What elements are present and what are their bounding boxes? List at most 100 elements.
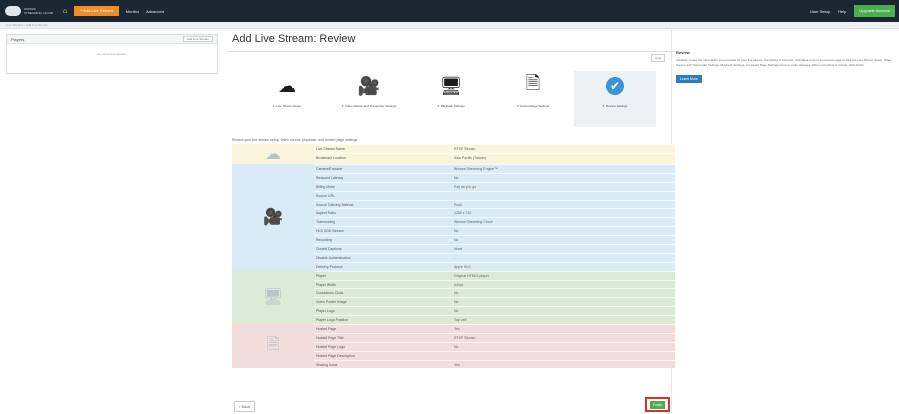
setting-value: Original HTML5 player <box>454 273 490 278</box>
table-row: Hosted Page Title RTSP Stream <box>314 332 675 342</box>
setting-name: Billing Mode <box>316 184 336 189</box>
setting-value: No <box>454 238 459 243</box>
wizard-step-label: 2. Video Source and Transcoder Settings <box>341 104 397 108</box>
setting-value: Yes <box>454 327 460 332</box>
setting-value: RTSP Stream <box>454 335 476 340</box>
setting-name: Countdown Clock <box>316 291 344 296</box>
table-row: Source URL <box>314 190 675 200</box>
setting-value: 1280 x 720 <box>454 211 472 216</box>
add-live-stream-nav-button[interactable]: + Add Live Stream <box>74 6 119 16</box>
wizard-step-1[interactable]: ☁ 1. Live Stream Setup <box>246 71 328 127</box>
table-row: Live Stream Name RTSP Stream <box>314 144 675 153</box>
table-row: Player Width 640px <box>314 279 675 289</box>
video-camera-icon: 🎥 <box>357 75 381 96</box>
logo-text: WOWZA STREAMING CLOUD <box>24 7 54 15</box>
review-section-red: 🗎 Hosted Page Yes Hosted Page Title RTSP Str… <box>232 324 675 369</box>
empty-state-text: No saved live streams <box>97 52 127 56</box>
review-section-green: 🖥 Player Original HTML5 player Player Width… <box>232 270 675 325</box>
table-row: Recording No <box>314 235 675 244</box>
review-help-title: Review <box>676 50 690 55</box>
table-row: Countdown Clock No <box>314 288 675 297</box>
cloud-logo-icon <box>5 6 21 16</box>
setting-name: Transcoding <box>316 220 336 225</box>
nav-advanced[interactable]: Advanced <box>146 9 164 14</box>
setting-name: Hosted Page Logo <box>316 344 345 349</box>
help-button[interactable]: Help <box>651 54 666 62</box>
left-panel: Players Add Live Stream No saved live st… <box>6 34 218 74</box>
nav-right-group: User Setup Help Upgrade Account <box>802 5 899 17</box>
setting-name: Live Stream Name <box>316 147 345 151</box>
section-icon-cell: ☁ <box>232 144 314 164</box>
setting-name: Broadcast Location <box>316 155 346 160</box>
table-row: Source Delivery Method Push <box>314 199 675 209</box>
setting-value: Yes <box>454 362 460 367</box>
monitor-icon: 🖥 <box>262 289 284 307</box>
review-help-panel: Review Carefully review the information … <box>676 50 892 85</box>
setting-name: Aspect Ratio <box>316 211 336 216</box>
setting-name: Disable Authentication <box>316 255 351 260</box>
table-row: Camera/Encoder Wowza Streaming Engine™ <box>314 164 675 173</box>
table-row: Video Poster Image No <box>314 297 675 306</box>
setting-value: No <box>454 175 459 180</box>
nav-monitor[interactable]: Monitor <box>126 9 139 14</box>
table-row: Sharing Icons Yes <box>314 359 675 369</box>
section-rows: Live Stream Name RTSP Stream Broadcast Loc… <box>314 144 675 164</box>
review-section-blue: 🎥 Camera/Encoder Wowza Streaming Engine™ Re… <box>232 164 675 271</box>
cloud-icon: ☁ <box>265 146 281 163</box>
user-menu[interactable]: User Setup <box>810 9 830 14</box>
setting-name: Delivery Protocol <box>316 264 343 269</box>
table-row: Disable Authentication - <box>314 252 675 262</box>
check-circle-icon: ✔ <box>606 77 624 95</box>
setting-name: Recording <box>316 238 332 243</box>
section-rows: Hosted Page Yes Hosted Page Title RTSP Stre… <box>314 324 675 368</box>
setting-value: Push <box>454 202 462 207</box>
table-row: HLS VOD Stream No <box>314 226 675 235</box>
help-menu[interactable]: Help <box>838 9 846 14</box>
review-help-text: Carefully review the information you pro… <box>676 58 892 67</box>
wizard-step-3[interactable]: 🖥 3. Playback Settings <box>410 71 492 127</box>
setting-name: Player <box>316 273 326 278</box>
setting-name: Closed Captions <box>316 247 342 252</box>
table-row: Broadcast Location Asia Pacific (Taiwan) <box>314 152 675 162</box>
setting-value: No <box>454 291 459 296</box>
learn-more-button[interactable]: Learn More <box>676 75 702 83</box>
setting-value: No <box>454 344 459 349</box>
table-row: Player Logo Position Top Left <box>314 315 675 324</box>
setting-name: HLS VOD Stream <box>316 229 344 234</box>
wizard-step-4[interactable]: 🗎 4. Hosted Page Settings <box>492 71 574 127</box>
setting-name: Player Width <box>316 282 336 287</box>
setting-name: Hosted Page Description <box>316 353 355 358</box>
setting-value: Apple HLS <box>454 264 471 269</box>
table-row: Closed Captions None <box>314 244 675 253</box>
finish-button[interactable]: Finish <box>649 400 666 409</box>
app-logo[interactable]: WOWZA STREAMING CLOUD <box>0 0 58 22</box>
wizard-step-2[interactable]: 🎥 2. Video Source and Transcoder Settings <box>328 71 410 127</box>
table-row: Transcoding Wowza Streaming Cloud <box>314 217 675 226</box>
setting-value: None <box>454 247 463 252</box>
setting-name: Hosted Page Title <box>316 335 344 340</box>
left-add-live-stream-button[interactable]: Add Live Stream <box>182 36 213 42</box>
page-title: Add Live Stream: Review <box>232 33 356 45</box>
table-row: Reduced Latency No <box>314 172 675 182</box>
section-icon-cell: 🎥 <box>232 164 314 271</box>
back-button[interactable]: ‹ Back <box>234 401 256 412</box>
setting-name: Video Poster Image <box>316 300 347 305</box>
setting-value: No <box>454 229 459 234</box>
setting-value: Wowza Streaming Engine™ <box>454 167 498 171</box>
cloud-upload-icon: ☁ <box>278 75 296 96</box>
wizard-step-label: 3. Playback Settings <box>437 104 465 108</box>
section-icon-cell: 🖥 <box>232 271 314 324</box>
upgrade-account-button[interactable]: Upgrade Account <box>854 5 895 17</box>
video-camera-icon: 🎥 <box>263 209 283 227</box>
monitor-icon: 🖥 <box>439 75 463 96</box>
wizard-step-5[interactable]: ✔ 5. Review Settings <box>574 71 656 127</box>
setting-value <box>454 352 675 360</box>
main-content: Add Live Stream: Review Help ☁ 1. Live St… <box>226 28 676 414</box>
table-row: Hosted Page Yes <box>314 324 675 333</box>
home-icon[interactable]: ⌂ <box>58 8 72 15</box>
left-panel-title: Players <box>11 36 25 42</box>
setting-value: No <box>454 309 459 314</box>
setting-name: Player Logo Position <box>316 318 349 323</box>
review-table: ☁ Live Stream Name RTSP Stream Broadcast Lo… <box>232 144 675 369</box>
table-row: Billing Mode Pay as you go <box>314 181 675 191</box>
